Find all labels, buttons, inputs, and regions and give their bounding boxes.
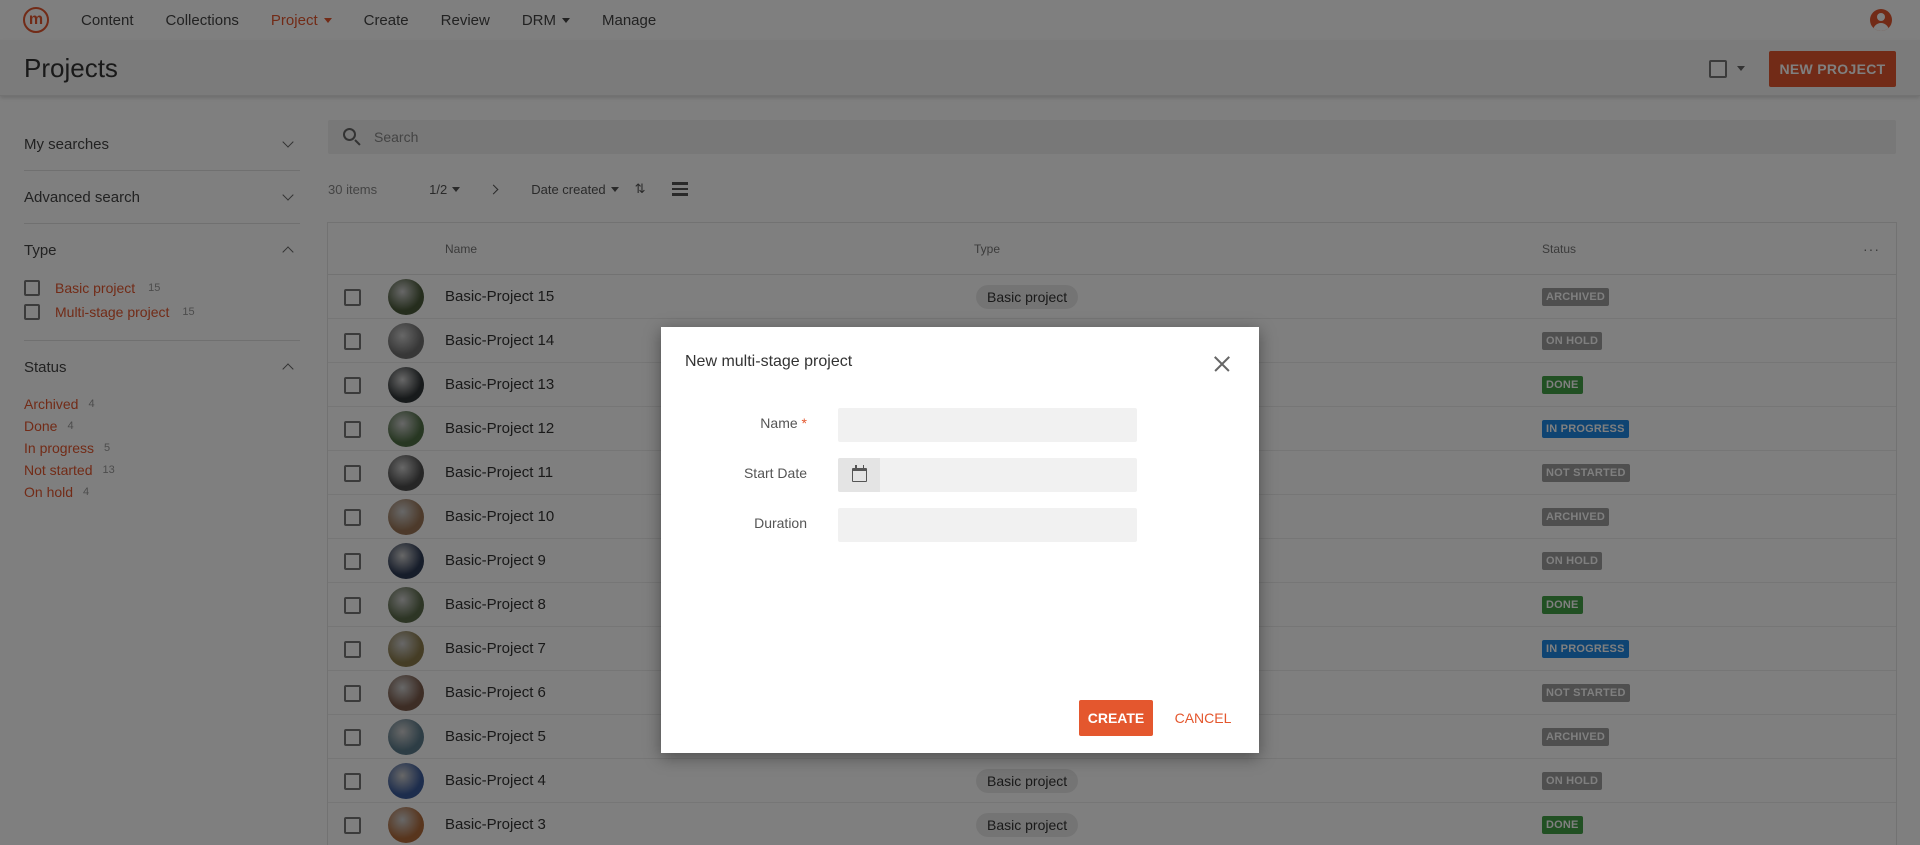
close-icon[interactable] — [1213, 355, 1231, 373]
required-marker: * — [801, 415, 807, 431]
name-field[interactable] — [838, 408, 1137, 442]
dialog-title: New multi-stage project — [685, 353, 853, 370]
name-field-label: Name * — [661, 415, 807, 431]
date-picker-button[interactable] — [838, 458, 880, 492]
name-label-text: Name — [760, 415, 798, 431]
duration-field[interactable] — [838, 508, 1137, 542]
start-date-field[interactable] — [838, 458, 1137, 492]
duration-label: Duration — [754, 515, 807, 531]
create-button[interactable]: CREATE — [1079, 700, 1153, 736]
cancel-button[interactable]: CANCEL — [1167, 700, 1239, 736]
new-project-dialog: New multi-stage project Name * Start Dat… — [661, 327, 1259, 753]
calendar-icon — [852, 465, 867, 482]
start-date-label: Start Date — [743, 465, 807, 481]
